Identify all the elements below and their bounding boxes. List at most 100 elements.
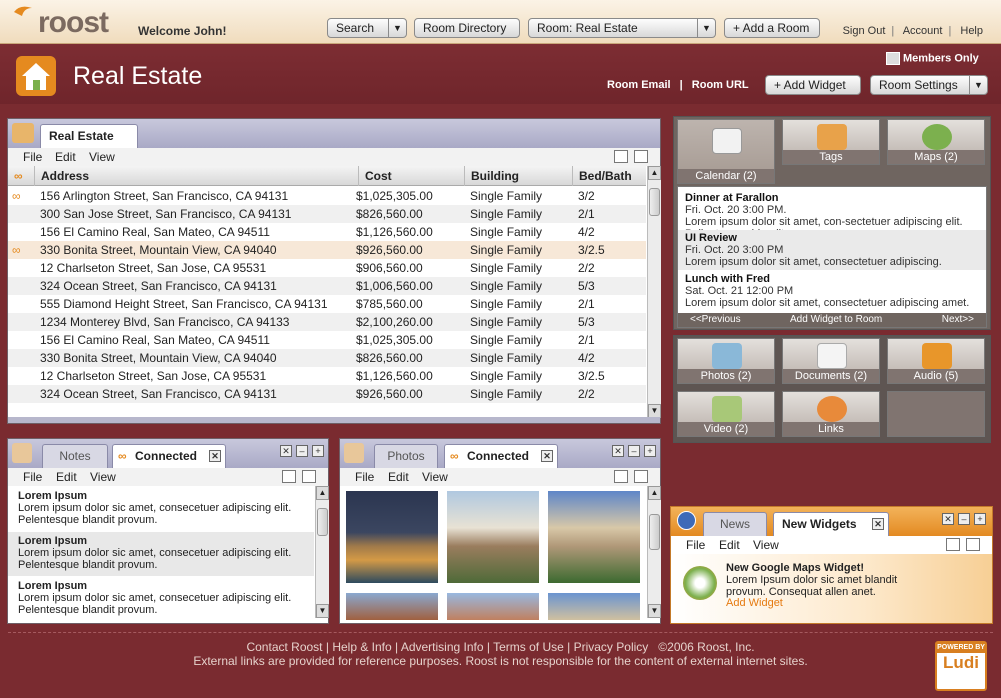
scroll-down-icon[interactable]: ▼ bbox=[316, 604, 329, 618]
scroll-up-icon[interactable]: ▲ bbox=[316, 486, 329, 500]
detail-view-icon[interactable] bbox=[302, 470, 316, 483]
close-tab-icon[interactable]: ✕ bbox=[209, 450, 221, 462]
list-view-icon[interactable] bbox=[634, 470, 648, 483]
tab-new-widgets[interactable]: New Widgets ✕ bbox=[773, 512, 889, 536]
photo-thumbnail[interactable] bbox=[346, 593, 438, 620]
list-view-icon[interactable] bbox=[946, 538, 960, 551]
col-bed-bath[interactable]: Bed/Bath bbox=[572, 166, 646, 186]
menu-edit[interactable]: Edit bbox=[719, 538, 740, 552]
table-row[interactable]: 300 San Jose Street, San Francisco, CA 9… bbox=[8, 205, 646, 223]
scroll-thumb[interactable] bbox=[649, 514, 660, 550]
table-row[interactable]: 156 El Camino Real, San Mateo, CA 94511 $… bbox=[8, 331, 646, 349]
list-item[interactable]: Lorem Ipsum Lorem ipsum dolor sic amet, c… bbox=[8, 487, 314, 531]
footer-link-privacy[interactable]: Privacy Policy bbox=[574, 640, 649, 654]
add-widget-button[interactable]: + Add Widget bbox=[765, 75, 861, 95]
tile-maps[interactable]: Maps (2) bbox=[887, 119, 985, 165]
calendar-event[interactable]: Dinner at Farallon Fri. Oct. 20 3:00 PM. L… bbox=[678, 190, 986, 240]
maximize-icon[interactable]: + bbox=[974, 513, 986, 525]
scroll-thumb[interactable] bbox=[317, 508, 328, 536]
table-row[interactable]: 555 Diamond Height Street, San Francisco… bbox=[8, 295, 646, 313]
add-room-button[interactable]: + Add a Room bbox=[724, 18, 820, 38]
close-icon[interactable]: ✕ bbox=[280, 445, 292, 457]
table-row[interactable]: ∞ 330 Bonita Street, Mountain View, CA 94… bbox=[8, 241, 646, 259]
tile-video[interactable]: Video (2) bbox=[677, 391, 775, 437]
maximize-icon[interactable]: + bbox=[312, 445, 324, 457]
col-address[interactable]: Address bbox=[34, 166, 358, 186]
add-widget-to-room-link[interactable]: Add Widget to Room bbox=[790, 313, 882, 327]
ludi-badge[interactable]: POWERED BY Ludi bbox=[935, 641, 987, 691]
calendar-event[interactable]: UI Review Fri. Oct. 20 3:00 PM Lorem ipsum… bbox=[678, 230, 986, 270]
photo-thumbnail[interactable] bbox=[447, 593, 539, 620]
room-directory-button[interactable]: Room Directory bbox=[414, 18, 520, 38]
table-row[interactable]: 12 Charlseton Street, San Jose, CA 95531… bbox=[8, 367, 646, 385]
minimize-icon[interactable]: – bbox=[958, 513, 970, 525]
photos-scrollbar[interactable]: ▲ ▼ bbox=[647, 486, 661, 618]
menu-edit[interactable]: Edit bbox=[388, 470, 409, 484]
close-icon[interactable]: ✕ bbox=[612, 445, 624, 457]
list-item[interactable]: Lorem Ipsum Lorem ipsum dolor sic amet, c… bbox=[8, 577, 314, 621]
menu-edit[interactable]: Edit bbox=[55, 150, 76, 164]
notes-scrollbar[interactable]: ▲ ▼ bbox=[315, 486, 329, 618]
menu-view[interactable]: View bbox=[89, 150, 115, 164]
table-row[interactable]: 330 Bonita Street, Mountain View, CA 940… bbox=[8, 349, 646, 367]
tile-audio[interactable]: Audio (5) bbox=[887, 338, 985, 384]
logo-text[interactable]: roost bbox=[38, 6, 109, 40]
room-email-link[interactable]: Room Email bbox=[607, 79, 671, 91]
news-add-widget-link[interactable]: Add Widget bbox=[726, 597, 783, 609]
chevron-down-icon[interactable]: ▼ bbox=[969, 76, 987, 94]
close-icon[interactable]: ✕ bbox=[942, 513, 954, 525]
next-link[interactable]: Next>> bbox=[942, 313, 974, 327]
chevron-down-icon[interactable]: ▼ bbox=[388, 19, 406, 37]
tile-photos[interactable]: Photos (2) bbox=[677, 338, 775, 384]
detail-view-icon[interactable] bbox=[966, 538, 980, 551]
detail-view-icon[interactable] bbox=[634, 150, 648, 163]
grid-scrollbar[interactable]: ▲ ▼ bbox=[647, 166, 661, 418]
account-link[interactable]: Account bbox=[903, 25, 943, 37]
menu-file[interactable]: File bbox=[355, 470, 374, 484]
footer-link-help[interactable]: Help & Info bbox=[332, 640, 391, 654]
photo-thumbnail[interactable] bbox=[447, 491, 539, 583]
chevron-down-icon[interactable]: ▼ bbox=[697, 19, 715, 37]
list-view-icon[interactable] bbox=[282, 470, 296, 483]
close-tab-icon[interactable]: ✕ bbox=[872, 518, 884, 530]
scroll-up-icon[interactable]: ▲ bbox=[648, 166, 661, 180]
scroll-up-icon[interactable]: ▲ bbox=[648, 486, 661, 500]
col-building[interactable]: Building bbox=[464, 166, 572, 186]
tile-calendar[interactable]: Calendar (2) bbox=[677, 119, 775, 184]
search-button[interactable]: Search ▼ bbox=[327, 18, 407, 38]
list-item[interactable]: Lorem Ipsum Lorem ipsum dolor sic amet, c… bbox=[8, 532, 314, 576]
tab-connected[interactable]: ∞ Connected ✕ bbox=[444, 444, 558, 468]
tile-tags[interactable]: Tags bbox=[782, 119, 880, 165]
scroll-thumb[interactable] bbox=[649, 188, 660, 216]
menu-file[interactable]: File bbox=[23, 150, 42, 164]
menu-view[interactable]: View bbox=[422, 470, 448, 484]
thumbnail-view-icon[interactable] bbox=[614, 470, 628, 483]
table-row[interactable]: 12 Charlseton Street, San Jose, CA 95531… bbox=[8, 259, 646, 277]
previous-link[interactable]: <<Previous bbox=[690, 313, 741, 327]
scroll-down-icon[interactable]: ▼ bbox=[648, 604, 661, 618]
sign-out-link[interactable]: Sign Out bbox=[843, 25, 886, 37]
photo-thumbnail[interactable] bbox=[346, 491, 438, 583]
menu-view[interactable]: View bbox=[90, 470, 116, 484]
tab-real-estate[interactable]: Real Estate bbox=[40, 124, 138, 148]
room-settings-button[interactable]: Room Settings ▼ bbox=[870, 75, 988, 95]
tile-links[interactable]: Links bbox=[782, 391, 880, 437]
minimize-icon[interactable]: – bbox=[296, 445, 308, 457]
table-row[interactable]: 1234 Monterey Blvd, San Francisco, CA 94… bbox=[8, 313, 646, 331]
photo-thumbnail[interactable] bbox=[548, 593, 640, 620]
close-tab-icon[interactable]: ✕ bbox=[541, 450, 553, 462]
footer-link-contact[interactable]: Contact Roost bbox=[246, 640, 322, 654]
table-row[interactable]: 156 El Camino Real, San Mateo, CA 94511 $… bbox=[8, 223, 646, 241]
menu-file[interactable]: File bbox=[23, 470, 42, 484]
menu-file[interactable]: File bbox=[686, 538, 705, 552]
table-row[interactable]: 324 Ocean Street, San Francisco, CA 9413… bbox=[8, 385, 646, 403]
col-cost[interactable]: Cost bbox=[358, 166, 464, 186]
table-row[interactable]: ∞ 156 Arlington Street, San Francisco, CA… bbox=[8, 187, 646, 205]
list-view-icon[interactable] bbox=[614, 150, 628, 163]
tile-documents[interactable]: Documents (2) bbox=[782, 338, 880, 384]
menu-view[interactable]: View bbox=[753, 538, 779, 552]
help-link[interactable]: Help bbox=[960, 25, 983, 37]
room-select[interactable]: Room: Real Estate ▼ bbox=[528, 18, 716, 38]
maximize-icon[interactable]: + bbox=[644, 445, 656, 457]
menu-edit[interactable]: Edit bbox=[56, 470, 77, 484]
